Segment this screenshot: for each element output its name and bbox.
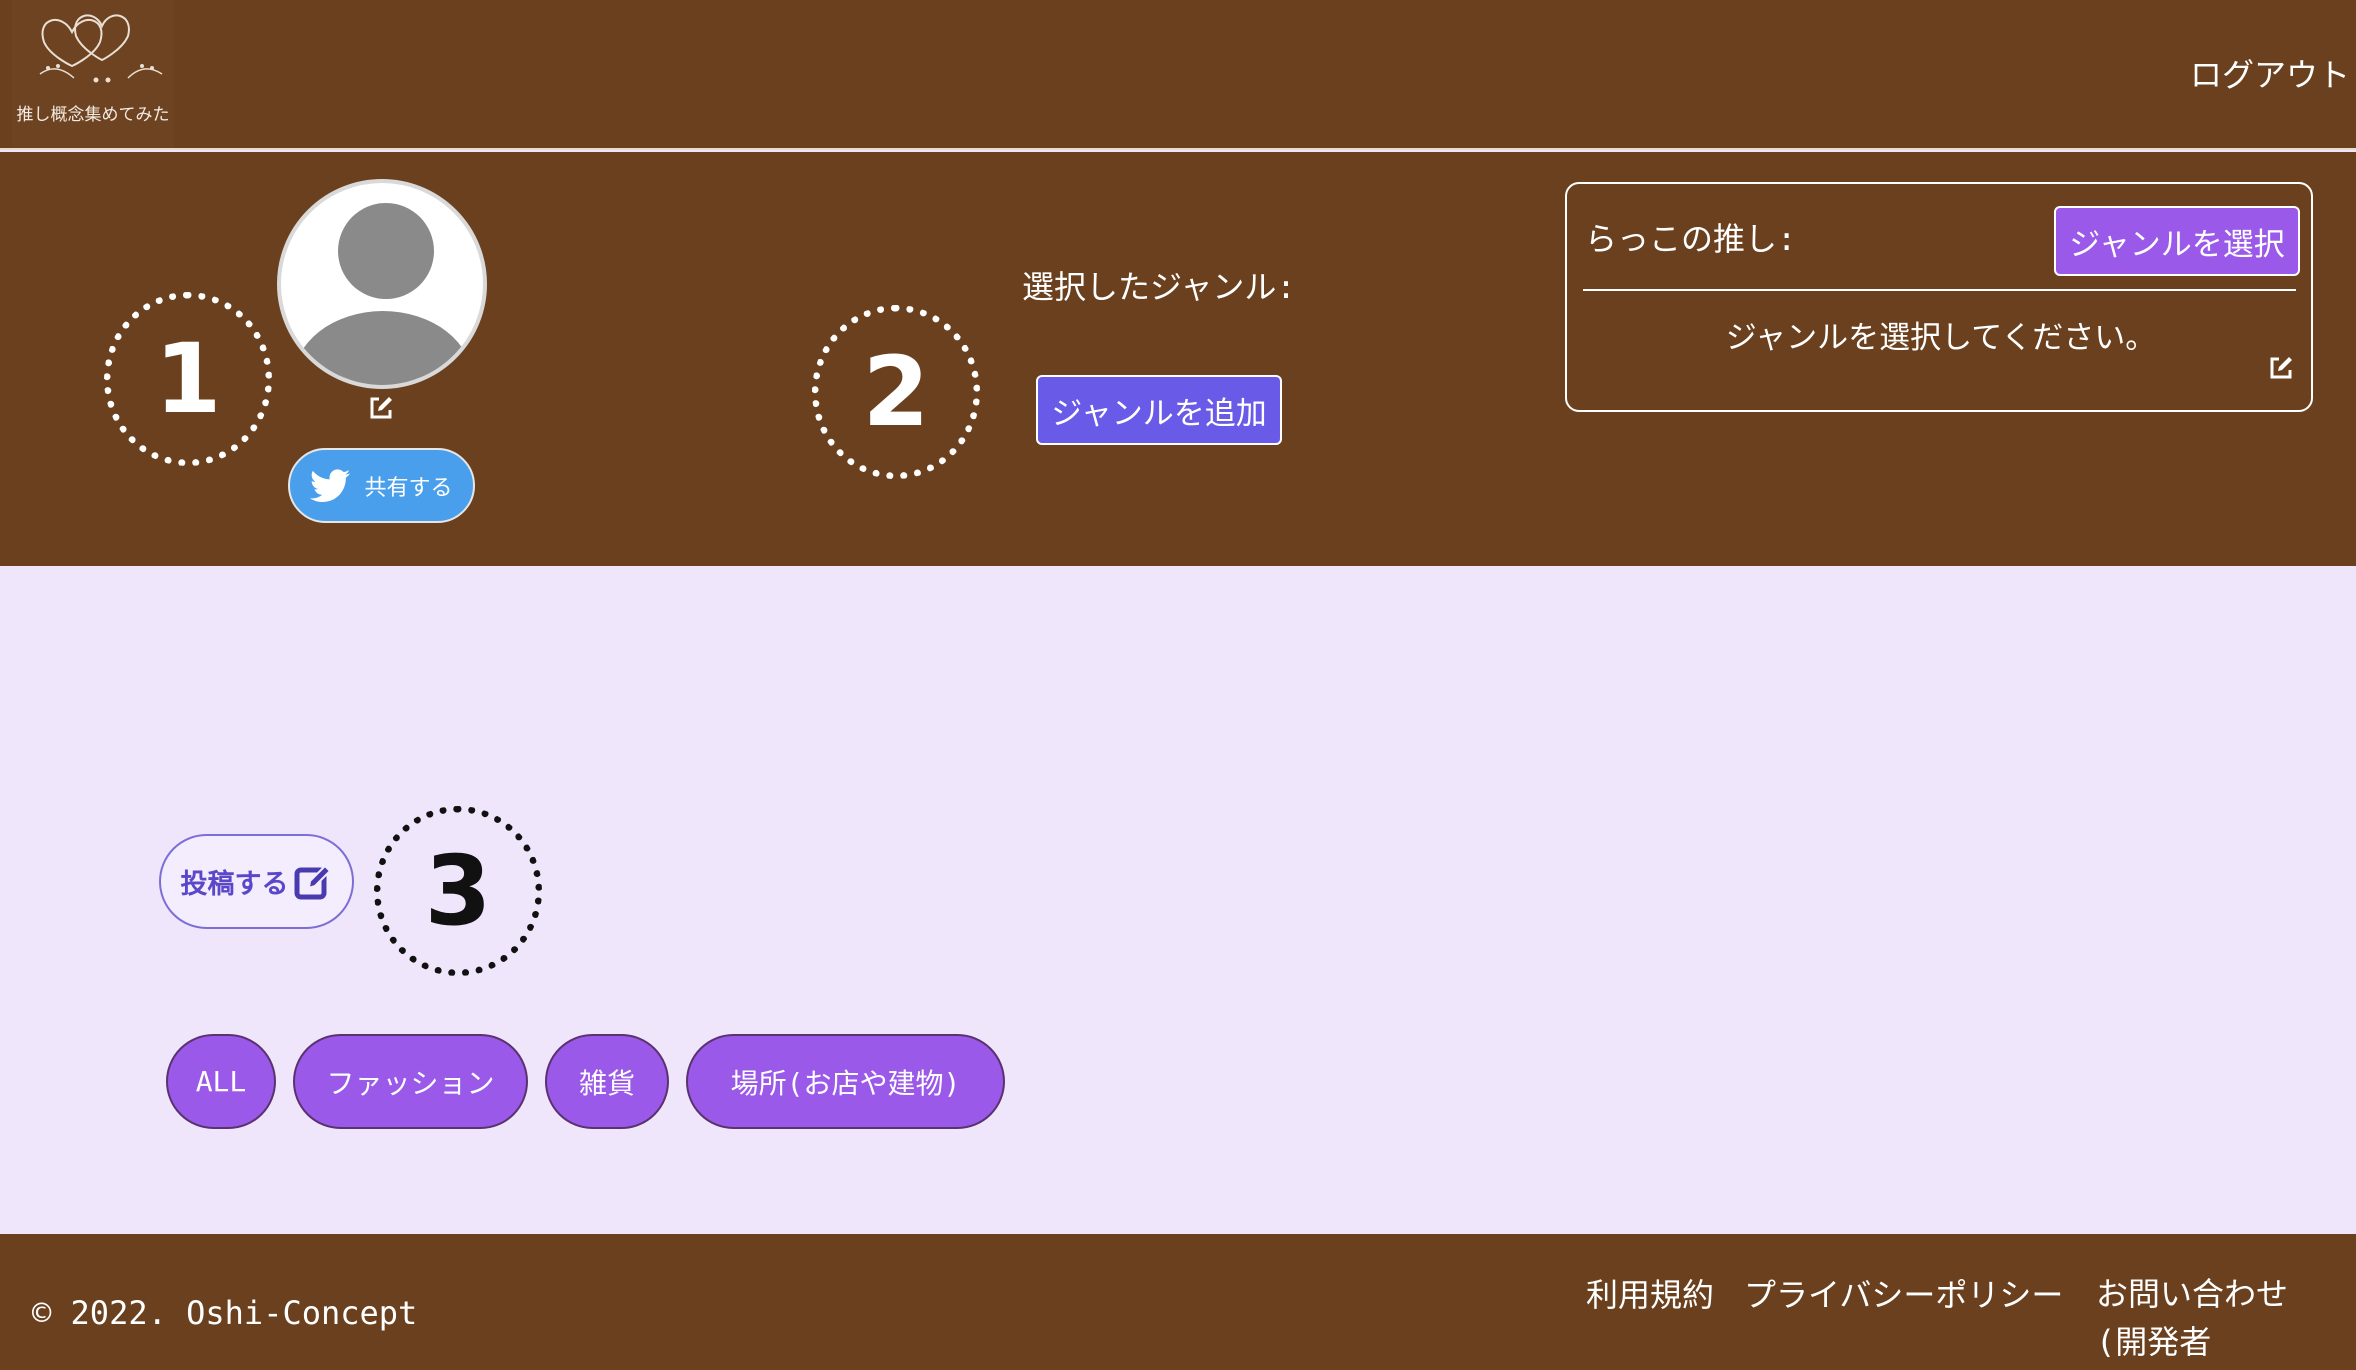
site-header: 推し概念集めてみた ログアウト bbox=[0, 0, 2356, 150]
terms-link[interactable]: 利用規約 bbox=[1586, 1270, 1714, 1316]
profile-section: ① 1 共有する ② 2 選択したジャンル: ジャンルを追加 らっこの推し: ジ… bbox=[0, 152, 2356, 566]
post-button-label: 投稿する bbox=[180, 869, 289, 900]
share-twitter-button[interactable]: 共有する bbox=[288, 448, 475, 523]
avatar-body-shape bbox=[293, 311, 473, 385]
share-button-label: 共有する bbox=[364, 475, 453, 501]
filter-all[interactable]: ALL bbox=[166, 1034, 276, 1129]
site-footer: © 2022. Oshi-Concept 利用規約 プライバシーポリシー お問い… bbox=[0, 1234, 2356, 1370]
filter-goods[interactable]: 雑貨 bbox=[545, 1034, 669, 1129]
oshi-empty-message: ジャンルを選択してください。 bbox=[1725, 320, 2157, 356]
contact-link-sublabel: (開発者Twitter) bbox=[2096, 1323, 2212, 1361]
avatar-head-shape bbox=[338, 203, 434, 299]
logout-link[interactable]: ログアウト bbox=[2190, 50, 2350, 96]
category-filter-bar: ALL ファッション 雑貨 場所(お店や建物) bbox=[166, 1034, 1005, 1129]
annotation-marker-1: ① 1 bbox=[104, 292, 272, 466]
selected-genre-label: 選択したジャンル: bbox=[1022, 268, 1296, 306]
logo-text: 推し概念集めてみた bbox=[16, 105, 170, 125]
annotation-marker-3: ③ 3 bbox=[374, 806, 542, 976]
contact-link-label: お問い合わせ bbox=[2096, 1275, 2289, 1313]
filter-places[interactable]: 場所(お店や建物) bbox=[686, 1034, 1005, 1129]
oshi-title: らっこの推し: bbox=[1585, 220, 1797, 258]
select-genre-button[interactable]: ジャンルを選択 bbox=[2054, 206, 2300, 276]
edit-oshi-icon[interactable] bbox=[2267, 354, 2295, 382]
filter-fashion[interactable]: ファッション bbox=[293, 1034, 528, 1129]
contact-link[interactable]: お問い合わせ (開発者Twitter) bbox=[2096, 1270, 2356, 1370]
add-genre-button[interactable]: ジャンルを追加 bbox=[1036, 375, 1282, 445]
oshi-card: らっこの推し: ジャンルを選択 ジャンルを選択してください。 bbox=[1565, 182, 2313, 412]
twitter-bird-icon bbox=[310, 468, 351, 502]
edit-avatar-icon[interactable] bbox=[367, 394, 395, 422]
privacy-policy-link[interactable]: プライバシーポリシー bbox=[1744, 1270, 2063, 1316]
create-post-button[interactable]: 投稿する bbox=[159, 834, 354, 929]
oshi-divider bbox=[1583, 289, 2296, 291]
annotation-marker-2: ② 2 bbox=[812, 305, 980, 479]
hearts-logo-icon bbox=[39, 14, 163, 83]
site-logo[interactable]: 推し概念集めてみた bbox=[12, 0, 174, 148]
copyright-text: © 2022. Oshi-Concept bbox=[32, 1294, 418, 1332]
avatar[interactable] bbox=[277, 179, 487, 389]
pen-square-icon bbox=[294, 864, 331, 899]
